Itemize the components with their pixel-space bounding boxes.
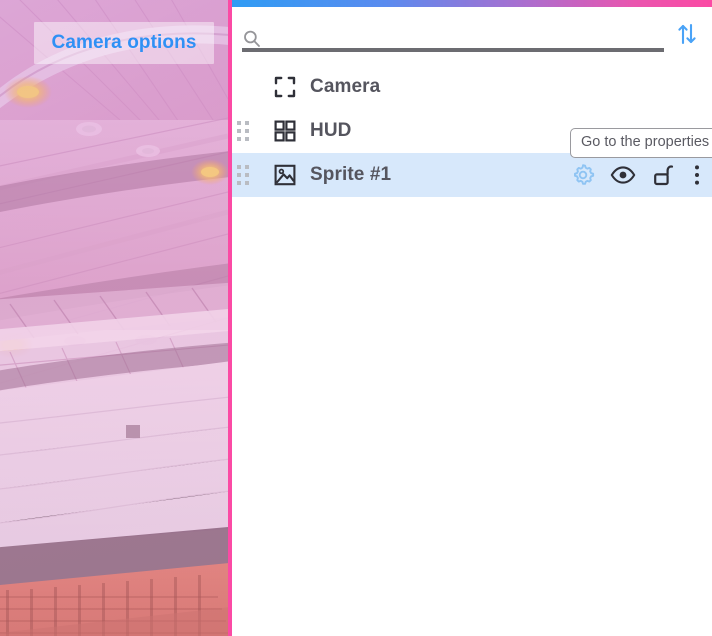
- stadium-photo: [0, 0, 228, 636]
- properties-button[interactable]: [570, 162, 596, 188]
- tree-row-label: HUD: [310, 120, 352, 141]
- grid-four-squares-icon: [272, 118, 298, 144]
- tooltip-text: Go to the properties of the element or g…: [581, 134, 712, 150]
- camera-viewport[interactable]: Camera options: [0, 0, 228, 636]
- search-underline: [242, 48, 664, 52]
- frame-corners-icon: [272, 74, 298, 100]
- panel-gradient-bar: [232, 0, 712, 7]
- camera-options-button[interactable]: Camera options: [34, 22, 214, 64]
- tree-row-label: Sprite #1: [310, 164, 392, 185]
- properties-tooltip: Go to the properties of the element or g…: [570, 128, 712, 158]
- tree-row-sprite-1[interactable]: Sprite #1: [232, 153, 712, 197]
- row-actions: [570, 162, 712, 188]
- camera-options-label: Camera options: [51, 32, 197, 53]
- tree-row-camera[interactable]: Camera: [232, 65, 712, 109]
- unlock-open-padlock-icon: [654, 165, 674, 186]
- drag-handle[interactable]: [234, 162, 252, 188]
- image-picture-icon: [272, 162, 298, 188]
- drag-handle[interactable]: [234, 118, 252, 144]
- sort-button[interactable]: [674, 19, 700, 49]
- search-icon: [242, 29, 262, 49]
- drag-handle-placeholder: [234, 74, 252, 100]
- app-root: Camera options Camera HUD Sprite #1 Go t…: [0, 0, 712, 636]
- visibility-button[interactable]: [610, 162, 636, 188]
- tree-row-label: Camera: [310, 76, 381, 97]
- hierarchy-panel: Camera HUD Sprite #1 Go to the propertie…: [232, 0, 712, 636]
- lock-button[interactable]: [650, 162, 676, 188]
- sort-ascending-descending-icon: [678, 23, 696, 45]
- eye-icon: [610, 166, 636, 184]
- kebab-menu-icon: [695, 165, 699, 185]
- search-row: [232, 7, 712, 61]
- more-options-button[interactable]: [690, 162, 704, 188]
- search-field[interactable]: [240, 13, 664, 55]
- gear-icon: [574, 164, 595, 185]
